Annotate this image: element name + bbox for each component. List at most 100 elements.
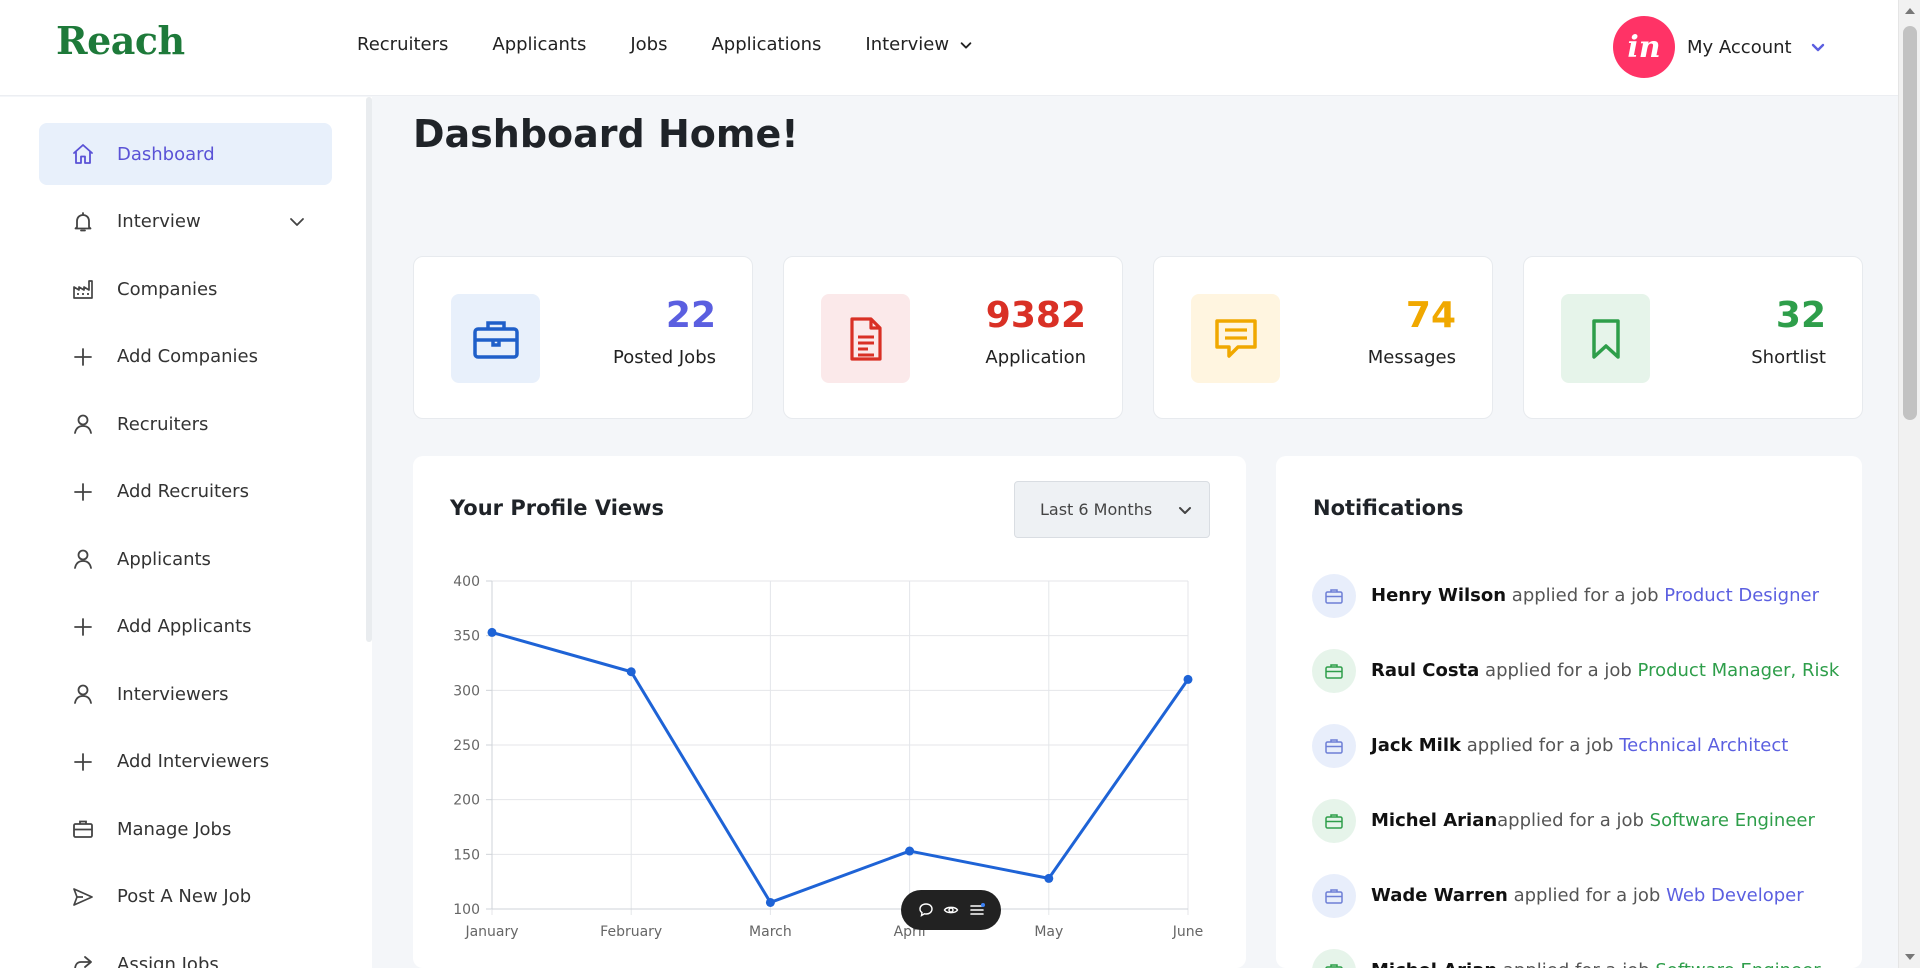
sidebar-scrollbar[interactable] (366, 97, 372, 642)
top-navbar: Reach Recruiters Applicants Jobs Applica… (0, 0, 1898, 96)
series-line (491, 630, 1190, 904)
chevron-down-icon (1179, 507, 1191, 514)
send-icon (71, 885, 95, 909)
briefcase-icon (451, 294, 540, 383)
chevron-down-icon (960, 41, 972, 49)
scroll-up-icon[interactable] (1905, 8, 1915, 14)
plus-icon (71, 615, 95, 639)
sidebar-item-label: Companies (117, 278, 218, 300)
main-nav: Recruiters Applicants Jobs Applications … (357, 34, 973, 55)
sidebar-item-label: Recruiters (117, 413, 209, 435)
floating-toolbar (901, 890, 1001, 930)
sidebar-item-companies[interactable]: Companies (39, 258, 332, 320)
applicant-name[interactable]: Jack Milk (1371, 735, 1461, 756)
briefcase-icon (71, 817, 95, 841)
notification-item: Wade Warren applied for a job Web Develo… (1312, 873, 1804, 918)
sidebar-item-assign-jobs[interactable]: Assign Jobs (39, 933, 332, 968)
notification-text: applied for a job (1507, 885, 1667, 906)
job-link[interactable]: Software Engineer (1650, 810, 1815, 831)
briefcase-icon (1312, 648, 1356, 693)
sidebar-item-interview[interactable]: Interview (39, 191, 332, 253)
notification-text: applied for a job (1460, 735, 1620, 756)
nav-applicants[interactable]: Applicants (492, 34, 586, 55)
briefcase-icon (1312, 573, 1356, 618)
scrollbar-thumb[interactable] (1903, 26, 1917, 420)
nav-jobs[interactable]: Jobs (630, 34, 667, 55)
x-tick-label: January (464, 924, 518, 940)
sidebar-item-dashboard[interactable]: Dashboard (39, 123, 332, 185)
sidebar-item-label: Assign Jobs (117, 953, 219, 968)
brand-logo[interactable]: Reach (56, 18, 185, 63)
sidebar-item-add-recruiters[interactable]: Add Recruiters (39, 461, 332, 523)
data-point (765, 897, 775, 907)
briefcase-icon (1312, 948, 1356, 968)
page-title: Dashboard Home! (413, 112, 799, 156)
sidebar-item-recruiters[interactable]: Recruiters (39, 393, 332, 455)
job-link[interactable]: Software Engineer (1655, 960, 1820, 968)
job-link[interactable]: Product Designer (1664, 585, 1819, 606)
eye-icon[interactable] (942, 901, 960, 919)
avatar: in (1613, 16, 1675, 78)
sidebar-item-manage-jobs[interactable]: Manage Jobs (39, 798, 332, 860)
comment-icon[interactable] (917, 901, 935, 919)
data-point (905, 846, 915, 856)
page-scrollbar[interactable] (1898, 0, 1920, 968)
briefcase-icon (1312, 723, 1356, 768)
job-link[interactable]: Product Manager, Risk (1638, 660, 1840, 681)
stat-value: 32 (1775, 295, 1826, 336)
nav-interview-label: Interview (865, 34, 950, 55)
account-menu[interactable]: in My Account (1613, 16, 1826, 78)
applicant-name[interactable]: Michel Arian (1371, 960, 1497, 968)
sidebar-item-label: Post A New Job (117, 886, 252, 907)
x-tick-label: June (1172, 924, 1204, 940)
notification-text: applied for a job (1506, 585, 1665, 606)
sidebar-item-label: Add Applicants (117, 616, 252, 637)
applicant-name[interactable]: Raul Costa (1371, 660, 1479, 681)
sidebar-item-label: Applicants (117, 548, 211, 570)
chevron-down-icon (290, 217, 304, 226)
data-point (1183, 674, 1193, 684)
user-icon (71, 412, 95, 436)
sidebar-item-label: Add Companies (117, 346, 259, 367)
user-icon (71, 682, 95, 706)
sidebar-item-add-interviewers[interactable]: Add Interviewers (39, 731, 332, 793)
notification-text: applied for a job (1497, 810, 1650, 831)
factory-icon (71, 277, 95, 301)
sidebar-item-label: Interview (117, 211, 201, 232)
stat-card-shortlist[interactable]: 32 Shortlist (1523, 256, 1863, 419)
job-link[interactable]: Technical Architect (1619, 735, 1788, 756)
sidebar-item-interviewers[interactable]: Interviewers (39, 663, 332, 725)
notification-text: applied for a job (1479, 660, 1638, 681)
stat-card-messages[interactable]: 74 Messages (1153, 256, 1493, 419)
y-tick-label: 250 (453, 738, 480, 754)
stat-card-posted-jobs[interactable]: 22 Posted Jobs (413, 256, 753, 419)
sidebar-item-applicants[interactable]: Applicants (39, 528, 332, 590)
briefcase-icon (1312, 873, 1356, 918)
x-tick-label: March (749, 924, 792, 940)
range-select[interactable]: Last 6 Months (1014, 481, 1210, 538)
sidebar-item-label: Dashboard (117, 143, 215, 165)
scroll-down-icon[interactable] (1905, 954, 1915, 960)
stat-card-application[interactable]: 9382 Application (783, 256, 1123, 419)
data-point (626, 667, 636, 677)
sidebar-item-label: Add Interviewers (117, 751, 270, 772)
nav-recruiters[interactable]: Recruiters (357, 34, 448, 55)
y-tick-label: 350 (453, 629, 480, 645)
job-link[interactable]: Web Developer (1666, 885, 1804, 906)
message-icon (1191, 294, 1280, 383)
applicant-name[interactable]: Henry Wilson (1371, 585, 1506, 606)
sidebar-item-label: Manage Jobs (117, 818, 232, 840)
sidebar-item-add-applicants[interactable]: Add Applicants (39, 596, 332, 658)
applicant-name[interactable]: Michel Arian (1371, 810, 1497, 831)
notification-item: Jack Milk applied for a job Technical Ar… (1312, 723, 1788, 768)
y-tick-label: 300 (453, 683, 480, 699)
sidebar-item-add-companies[interactable]: Add Companies (39, 326, 332, 388)
applicant-name[interactable]: Wade Warren (1371, 885, 1508, 906)
profile-views-title: Your Profile Views (450, 496, 665, 520)
sidebar-item-post-a-new-job[interactable]: Post A New Job (39, 866, 332, 928)
nav-applications[interactable]: Applications (711, 34, 821, 55)
menu-icon[interactable] (968, 901, 986, 919)
notification-item: Raul Costa applied for a job Product Man… (1312, 648, 1839, 693)
nav-interview-dropdown[interactable]: Interview (865, 34, 973, 55)
sidebar: Dashboard Interview Companies Add Companies… (0, 97, 372, 968)
